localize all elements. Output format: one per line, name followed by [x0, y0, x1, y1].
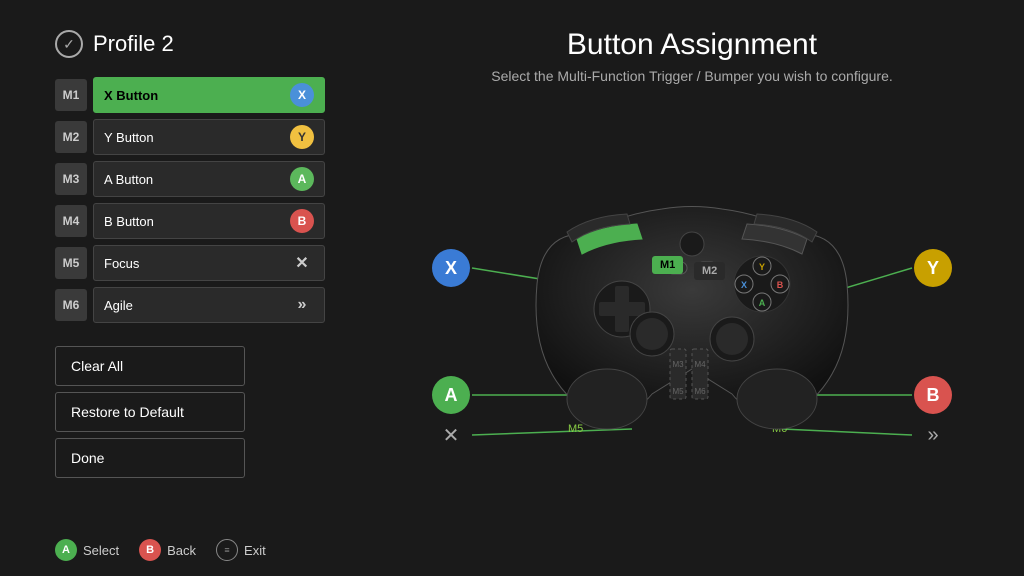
assignment-button-m4[interactable]: B Button B	[93, 203, 325, 239]
focus-label: ✕	[432, 416, 470, 454]
agile-label: »	[914, 416, 952, 454]
assignment-icon-m2: Y	[290, 125, 314, 149]
assignment-row-m3[interactable]: M3 A Button A	[55, 160, 325, 198]
m-badge-m6: M6	[55, 289, 87, 321]
b-label: B	[914, 376, 952, 414]
svg-text:M3: M3	[672, 360, 684, 369]
nav-label-back: Back	[167, 543, 196, 558]
assignment-list: M1X ButtonXM2Y ButtonYM3A ButtonAM4B But…	[55, 76, 325, 324]
bottom-nav: A Select B Back ≡ Exit	[55, 539, 266, 561]
profile-header: ✓ Profile 2	[55, 30, 325, 58]
assignment-button-m6[interactable]: Agile »	[93, 287, 325, 323]
nav-item-back: B Back	[139, 539, 196, 561]
m-badge-m3: M3	[55, 163, 87, 195]
restore-default-button[interactable]: Restore to Default	[55, 392, 245, 432]
x-label: X	[432, 249, 470, 287]
nav-badge-exit: ≡	[216, 539, 238, 561]
assignment-label-m2: Y Button	[104, 130, 154, 145]
assignment-label-m5: Focus	[104, 256, 139, 271]
m-badge-m5: M5	[55, 247, 87, 279]
svg-text:M6: M6	[694, 387, 706, 396]
controller-image: Y A X B M3 M4 M5 M6	[522, 154, 862, 434]
nav-label-select: Select	[83, 543, 119, 558]
assignment-row-m4[interactable]: M4 B Button B	[55, 202, 325, 240]
page-title: Button Assignment	[567, 28, 817, 62]
done-button[interactable]: Done	[55, 438, 245, 478]
controller-area: M1 M2 M3 M4 M5 M6	[412, 94, 972, 494]
assignment-label-m4: B Button	[104, 214, 154, 229]
assignment-row-m6[interactable]: M6 Agile »	[55, 286, 325, 324]
svg-text:X: X	[741, 280, 747, 290]
svg-text:A: A	[759, 298, 766, 308]
svg-text:M4: M4	[694, 360, 706, 369]
svg-text:B: B	[777, 280, 784, 290]
assignment-button-m3[interactable]: A Button A	[93, 161, 325, 197]
assignment-icon-m4: B	[290, 209, 314, 233]
m1-active-pill: M1	[652, 256, 683, 274]
y-label: Y	[914, 249, 952, 287]
assignment-icon-m5: ✕	[290, 251, 314, 275]
m2-pill: M2	[694, 262, 725, 280]
m-badge-m2: M2	[55, 121, 87, 153]
svg-text:M5: M5	[672, 387, 684, 396]
nav-badge-back: B	[139, 539, 161, 561]
main-area: Button Assignment Select the Multi-Funct…	[360, 0, 1024, 576]
assignment-icon-m6: »	[290, 293, 314, 317]
action-buttons: Clear All Restore to Default Done	[55, 346, 325, 478]
assignment-icon-m3: A	[290, 167, 314, 191]
assignment-row-m1[interactable]: M1 X Button X	[55, 76, 325, 114]
assignment-icon-m1: X	[290, 83, 314, 107]
nav-label-exit: Exit	[244, 543, 266, 558]
a-label: A	[432, 376, 470, 414]
nav-badge-select: A	[55, 539, 77, 561]
assignment-button-m1[interactable]: X Button X	[93, 77, 325, 113]
svg-text:Y: Y	[759, 262, 765, 272]
nav-item-select: A Select	[55, 539, 119, 561]
profile-check-icon: ✓	[55, 30, 83, 58]
assignment-label-m6: Agile	[104, 298, 133, 313]
clear-all-button[interactable]: Clear All	[55, 346, 245, 386]
assignment-button-m5[interactable]: Focus ✕	[93, 245, 325, 281]
assignment-label-m1: X Button	[104, 88, 158, 103]
assignment-row-m2[interactable]: M2 Y Button Y	[55, 118, 325, 156]
assignment-button-m2[interactable]: Y Button Y	[93, 119, 325, 155]
m-badge-m4: M4	[55, 205, 87, 237]
assignment-label-m3: A Button	[104, 172, 153, 187]
nav-item-exit: ≡ Exit	[216, 539, 266, 561]
assignment-row-m5[interactable]: M5 Focus ✕	[55, 244, 325, 282]
m-badge-m1: M1	[55, 79, 87, 111]
profile-title: Profile 2	[93, 31, 174, 57]
left-panel: ✓ Profile 2 M1X ButtonXM2Y ButtonYM3A Bu…	[55, 30, 325, 478]
page-subtitle: Select the Multi-Function Trigger / Bump…	[491, 68, 893, 84]
